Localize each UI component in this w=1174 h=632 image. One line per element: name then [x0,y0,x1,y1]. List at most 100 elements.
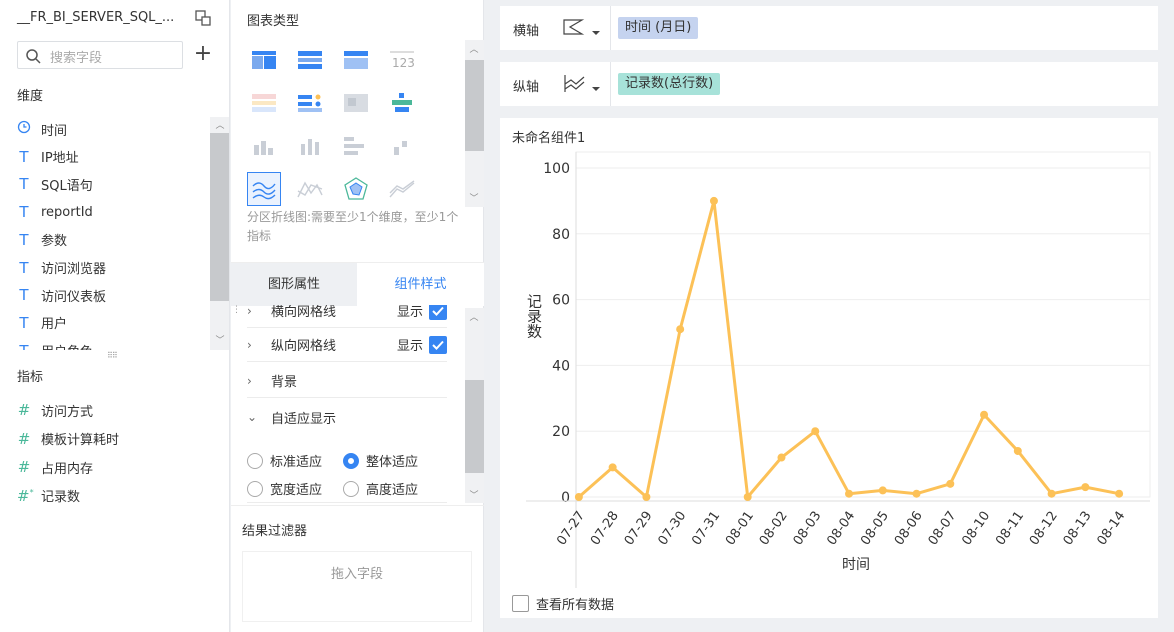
radio-height-fit[interactable]: 高度适应 [343,479,418,498]
radio-overall-fit[interactable]: 整体适应 [343,451,418,470]
dimension-field-item[interactable]: T 参数 [17,228,67,252]
dimension-field-item[interactable]: TreportId [17,200,92,224]
range-bar-icon[interactable] [385,86,419,120]
horizontal-gridline-checkbox[interactable] [429,305,447,320]
dimension-field-item[interactable]: T 用户角色 [17,339,93,350]
scroll-down-icon[interactable]: ﹀ [467,191,481,204]
x-axis-field-pill[interactable]: 时间 (月日) [618,17,699,39]
data-point [777,453,786,462]
y-axis-type-icon[interactable] [562,72,602,100]
x-tick-label: 08-11 [993,509,1027,549]
metric-field-item[interactable]: #* 记录数 [17,484,80,508]
x-axis-label: 横轴 [513,24,540,39]
data-point [642,493,651,501]
text-field-icon: T [19,230,29,249]
area-line-icon[interactable] [385,172,419,206]
text-field-icon: T [19,258,29,277]
search-input[interactable]: 搜索字段 [17,41,183,69]
dimension-field-item[interactable]: T IP地址 [17,145,78,169]
plot-area [575,151,1151,498]
x-axis-shelf: 横轴 时间 (月日) [500,6,1158,50]
metric-header: 指标 [17,370,44,385]
data-point [1081,483,1090,492]
scroll-up-icon[interactable]: ︿ [467,42,481,55]
stacked-bar-icon[interactable] [339,129,373,163]
y-tick-label: 100 [543,161,570,177]
chart-config-panel: 图表类型 123 ︿ ﹀ 分区折线图:需要至少1个维度，至少1个指标 图形属性 … [231,0,484,632]
metric-field-item[interactable]: # 访问方式 [17,398,93,422]
scroll-down-icon[interactable]: ﹀ [467,488,481,501]
tab-component-style[interactable]: 组件样式 [357,263,484,306]
chart-component: 未命名组件1 0 20 40 60 80 100 07-27 07-28 07-29 07-30 0… [500,118,1158,618]
show-label: 显示 [396,339,423,354]
scatter-bar-icon[interactable] [385,129,419,163]
adaptive-display-row[interactable]: ⌄ 自适应显示 [247,400,447,434]
y-tick-label: 40 [552,358,570,374]
y-tick-label: 80 [552,227,570,243]
resize-handle-icon[interactable]: ⠿⠿ [107,351,118,360]
x-tick-label: 08-12 [1027,509,1061,549]
detail-table-icon[interactable] [339,43,373,77]
vertical-gridline-row[interactable]: › 纵向网格线 显示 [247,328,447,362]
dimension-field-item[interactable]: 时间 [17,117,67,141]
background-row[interactable]: › 背景 [247,364,447,398]
heatmap-table-icon[interactable] [339,86,373,120]
y-axis-field-pill[interactable]: 记录数(总行数) [618,73,721,95]
x-tick-label: 07-27 [554,509,588,549]
hash-icon: # [17,401,31,419]
view-all-data-row[interactable]: 查看所有数据 [512,594,614,613]
switch-datasource-icon[interactable] [193,8,213,28]
dimension-field-item[interactable]: T 用户 [17,311,67,335]
y-tick-label: 60 [552,293,570,309]
partitioned-line-icon[interactable] [247,172,281,206]
svg-text:123: 123 [392,56,414,69]
text-field-icon: T [19,313,29,332]
dimension-field-item[interactable]: T 访问浏览器 [17,256,106,280]
tab-graph-properties[interactable]: 图形属性 [231,263,357,306]
filter-drop-zone[interactable]: 拖入字段 [242,551,472,622]
x-axis-type-icon[interactable] [562,16,602,44]
metric-field-item[interactable]: # 占用内存 [17,455,93,479]
scroll-up-icon[interactable]: ︿ [467,310,481,323]
radio-width-fit[interactable]: 宽度适应 [247,479,322,498]
y-axis-shelf: 纵轴 记录数(总行数) [500,62,1158,106]
field-label: 访问浏览器 [41,262,107,277]
data-point [980,410,989,419]
grouped-table-icon[interactable] [293,43,327,77]
column-chart-icon[interactable] [293,129,327,163]
scroll-up-icon[interactable]: ︿ [213,118,227,131]
text-field-icon: T [19,147,29,166]
view-all-label: 查看所有数据 [536,598,615,613]
chart-type-hint: 分区折线图:需要至少1个维度，至少1个指标 [247,210,459,243]
x-tick-label: 08-13 [1061,509,1095,549]
color-table-icon[interactable] [247,86,281,120]
horizontal-gridline-row[interactable]: › 横向网格线 显示 [247,305,447,328]
style-scroll-thumb[interactable] [465,380,484,473]
x-tick-label: 07-31 [689,509,723,549]
metric-field-item[interactable]: # 模板计算耗时 [17,427,119,451]
dimension-scroll-thumb[interactable] [210,133,229,301]
search-icon [26,49,41,64]
dimension-field-item[interactable]: T 访问仪表板 [17,283,106,307]
vertical-gridline-checkbox[interactable] [429,335,447,354]
x-tick-label: 08-03 [791,509,825,549]
radio-standard-fit[interactable]: 标准适应 [247,451,322,470]
dimension-field-item[interactable]: T SQL语句 [17,172,92,196]
polyline-icon[interactable] [293,172,327,206]
add-field-button[interactable]: + [193,42,213,66]
chevron-right-icon: › [247,373,252,388]
field-label: 记录数 [41,490,81,505]
hash-icon: # [17,429,31,448]
table-chart-icon[interactable] [247,43,281,77]
field-label: 参数 [41,234,68,250]
text-field-icon: T [19,203,29,222]
radar-chart-icon[interactable] [339,172,373,206]
view-all-checkbox[interactable] [512,595,529,612]
y-tick-label: 20 [552,424,570,440]
scroll-down-icon[interactable]: ﹀ [213,333,227,346]
x-tick-label: 08-10 [959,509,993,549]
dot-table-icon[interactable] [293,86,327,120]
chart-type-scroll-thumb[interactable] [465,60,484,151]
multi-bar-icon[interactable] [247,129,281,163]
kpi-number-icon[interactable]: 123 [385,43,419,77]
